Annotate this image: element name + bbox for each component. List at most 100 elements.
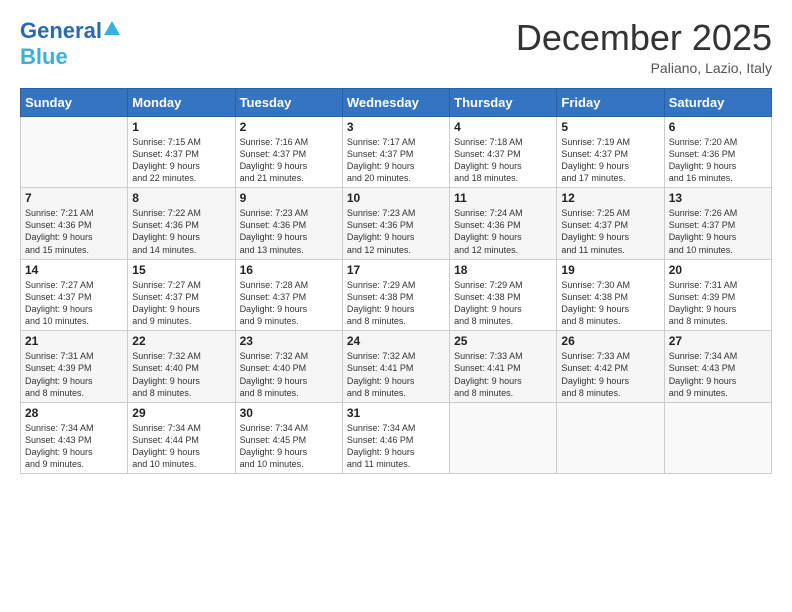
day-info-line: Sunset: 4:42 PM [561, 363, 628, 373]
day-info-line: Sunset: 4:36 PM [25, 220, 92, 230]
calendar-cell-w3-d4: 17Sunrise: 7:29 AMSunset: 4:38 PMDayligh… [342, 259, 449, 331]
calendar-cell-w3-d3: 16 Sunrise: 7:28 AM Sunset: 4:37 PM Dayligh… [235, 259, 342, 331]
day-info-line: Sunset: 4:41 PM [347, 363, 414, 373]
day-info-line: Daylight: 9 hours [561, 304, 629, 314]
day-info-line: Daylight: 9 hours [347, 376, 415, 386]
day-info-line: Sunset: 4:37 PM [240, 292, 307, 302]
day-info: Sunrise: 7:18 AMSunset: 4:37 PMDaylight:… [454, 136, 552, 185]
day-number: 1 [132, 120, 230, 134]
day-number: 22 [132, 334, 230, 348]
day-info-line: and 15 minutes. [25, 245, 89, 255]
day-number: 16 [240, 263, 338, 277]
day-info: Sunrise: 7:29 AMSunset: 4:38 PMDaylight:… [347, 279, 445, 328]
day-info-line: and 18 minutes. [454, 173, 518, 183]
calendar-cell-w3-d5: 18 Sunrise: 7:29 AMSunset: 4:38 PMDayligh… [450, 259, 557, 331]
day-info: Sunrise: 7:34 AMSunset: 4:44 PMDaylight:… [132, 422, 230, 471]
day-info: Sunrise: 7:27 AMSunset: 4:37 PMDaylight:… [25, 279, 123, 328]
day-info-line: Sunset: 4:36 PM [347, 220, 414, 230]
day-info: Sunrise: 7:31 AMSunset: 4:39 PMDaylight:… [669, 279, 767, 328]
day-info: Sunrise: 7:30 AMSunset: 4:38 PMDaylight:… [561, 279, 659, 328]
day-number: 10 [347, 191, 445, 205]
day-info-line: and 8 minutes. [454, 316, 513, 326]
calendar-cell-w1-d5: 4 Sunrise: 7:18 AMSunset: 4:37 PMDaylight… [450, 116, 557, 188]
calendar-cell-w2-d6: 12Sunrise: 7:25 AMSunset: 4:37 PMDayligh… [557, 188, 664, 260]
day-info-line: Sunrise: 7:22 AM [132, 208, 201, 218]
day-info-line: and 10 minutes. [240, 459, 304, 469]
day-info-line: Sunrise: 7:23 AM [240, 208, 309, 218]
day-info: Sunrise: 7:22 AMSunset: 4:36 PMDaylight:… [132, 207, 230, 256]
day-info-line: and 8 minutes. [561, 388, 620, 398]
day-number: 15 [132, 263, 230, 277]
day-number: 11 [454, 191, 552, 205]
calendar-cell-w2-d7: 13Sunrise: 7:26 AMSunset: 4:37 PMDayligh… [664, 188, 771, 260]
day-info-line: Daylight: 9 hours [669, 232, 737, 242]
day-info-line: Daylight: 9 hours [669, 304, 737, 314]
day-info-line: and 11 minutes. [347, 459, 410, 469]
calendar-cell-w5-d4: 31Sunrise: 7:34 AMSunset: 4:46 PMDayligh… [342, 402, 449, 474]
day-number: 30 [240, 406, 338, 420]
day-info-line: Sunset: 4:37 PM [132, 292, 199, 302]
day-info: Sunrise: 7:26 AMSunset: 4:37 PMDaylight:… [669, 207, 767, 256]
day-info-line: Daylight: 9 hours [25, 447, 93, 457]
day-info-line: Sunset: 4:36 PM [240, 220, 307, 230]
day-info-line: Daylight: 9 hours [240, 447, 308, 457]
day-info-line: Sunset: 4:39 PM [25, 363, 92, 373]
day-info-line: Sunrise: 7:32 AM [240, 351, 309, 361]
day-info-line: Daylight: 9 hours [669, 376, 737, 386]
calendar-cell-w2-d3: 9Sunrise: 7:23 AMSunset: 4:36 PMDaylight… [235, 188, 342, 260]
day-info-line: Daylight: 9 hours [240, 304, 308, 314]
day-info-line: Sunset: 4:38 PM [561, 292, 628, 302]
day-info-line: and 9 minutes. [669, 388, 728, 398]
day-info: Sunrise: 7:34 AMSunset: 4:45 PMDaylight:… [240, 422, 338, 471]
day-info-line: Sunrise: 7:16 AM [240, 137, 309, 147]
day-info-line: Daylight: 9 hours [454, 304, 522, 314]
day-info-line: Sunset: 4:43 PM [669, 363, 736, 373]
day-number: 19 [561, 263, 659, 277]
day-info-line: and 9 minutes. [132, 316, 191, 326]
day-info-line: Sunset: 4:36 PM [669, 149, 736, 159]
day-info: Sunrise: 7:33 AMSunset: 4:41 PMDaylight:… [454, 350, 552, 399]
day-info-line: Sunset: 4:44 PM [132, 435, 199, 445]
day-info-line: Daylight: 9 hours [25, 376, 93, 386]
day-info: Sunrise: 7:15 AMSunset: 4:37 PMDaylight:… [132, 136, 230, 185]
calendar-cell-w5-d6 [557, 402, 664, 474]
col-sunday: Sunday [21, 88, 128, 116]
calendar-cell-w2-d4: 10 Sunrise: 7:23 AMSunset: 4:36 PMDayligh… [342, 188, 449, 260]
day-info-line: and 8 minutes. [454, 388, 513, 398]
day-info-line: and 8 minutes. [132, 388, 191, 398]
day-info-line: Sunset: 4:40 PM [132, 363, 199, 373]
day-info-line: Sunrise: 7:15 AM [132, 137, 201, 147]
day-info: Sunrise: 7:34 AMSunset: 4:46 PMDaylight:… [347, 422, 445, 471]
day-info-line: Daylight: 9 hours [132, 376, 200, 386]
day-info-line: Daylight: 9 hours [347, 161, 415, 171]
calendar-cell-w5-d2: 29Sunrise: 7:34 AMSunset: 4:44 PMDayligh… [128, 402, 235, 474]
day-info-line: Daylight: 9 hours [132, 447, 200, 457]
day-info: Sunrise: 7:28 AM Sunset: 4:37 PM Daylight:… [240, 279, 338, 328]
calendar-cell-w3-d6: 19 Sunrise: 7:30 AMSunset: 4:38 PMDayligh… [557, 259, 664, 331]
day-number: 24 [347, 334, 445, 348]
day-info-line: and 17 minutes. [561, 173, 625, 183]
day-info-line: and 12 minutes. [454, 245, 518, 255]
day-number: 4 [454, 120, 552, 134]
calendar-cell-w4-d4: 24Sunrise: 7:32 AMSunset: 4:41 PMDayligh… [342, 331, 449, 403]
day-info-line: Daylight: 9 hours [347, 304, 415, 314]
day-info-line: Sunset: 4:36 PM [132, 220, 199, 230]
logo-general: General [20, 18, 102, 44]
day-info: Sunrise: 7:32 AM Sunset: 4:40 PM Daylight:… [132, 350, 230, 399]
day-info: Sunrise: 7:32 AMSunset: 4:40 PMDaylight:… [240, 350, 338, 399]
day-number: 18 [454, 263, 552, 277]
day-number: 14 [25, 263, 123, 277]
day-info-line: and 11 minutes. [561, 245, 624, 255]
day-info: Sunrise: 7:27 AMSunset: 4:37 PMDaylight:… [132, 279, 230, 328]
day-info-line: Sunrise: 7:28 AM [240, 280, 309, 290]
calendar-cell-w5-d5 [450, 402, 557, 474]
day-info-line: and 9 minutes. [25, 459, 84, 469]
day-info-line: Daylight: 9 hours [454, 232, 522, 242]
day-info: Sunrise: 7:23 AMSunset: 4:36 PMDaylight:… [347, 207, 445, 256]
day-info: Sunrise: 7:34 AMSunset: 4:43 PMDaylight:… [669, 350, 767, 399]
day-info-line: Sunrise: 7:32 AM [132, 351, 201, 361]
day-info: Sunrise: 7:29 AMSunset: 4:38 PMDaylight:… [454, 279, 552, 328]
day-info-line: Daylight: 9 hours [561, 232, 629, 242]
day-number: 5 [561, 120, 659, 134]
day-info-line: Sunrise: 7:17 AM [347, 137, 416, 147]
